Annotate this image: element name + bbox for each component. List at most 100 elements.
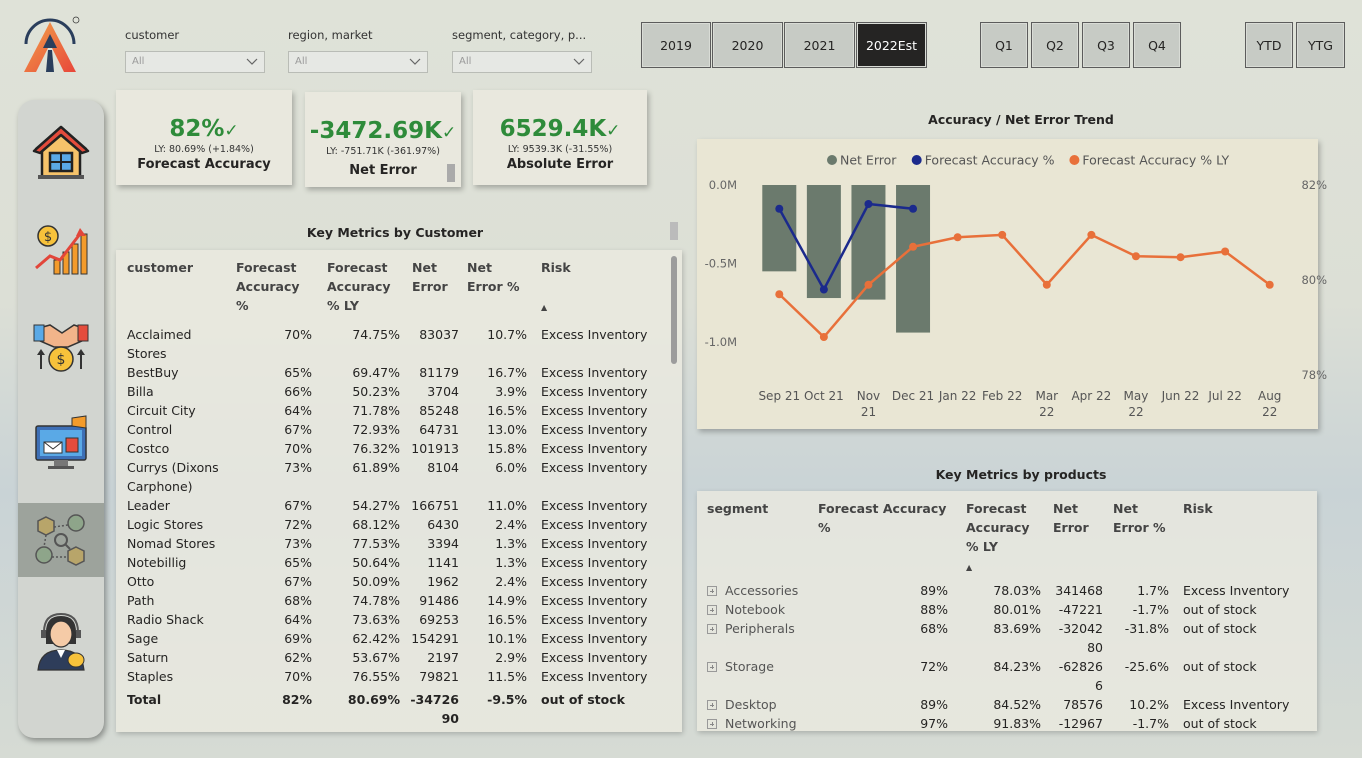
table-row[interactable]: Storage 72% 84.23% -628266 -25.6% out of stoc…	[707, 657, 1303, 695]
table-row[interactable]: Accessories 89% 78.03% 341468 1.7% Excess Inv…	[707, 581, 1303, 600]
table-row[interactable]: Leader 67% 54.27% 166751 11.0% Excess Invento…	[127, 496, 649, 515]
customer-dropdown[interactable]: All	[125, 51, 265, 73]
quarter-button-q4[interactable]: Q4	[1133, 22, 1181, 68]
customer-table-scrollbar[interactable]	[671, 256, 677, 364]
header-forecast-accuracy[interactable]: Forecast Accuracy %	[818, 499, 958, 577]
table-row[interactable]: Control 67% 72.93% 64731 13.0% Excess Invento…	[127, 420, 649, 439]
table-row[interactable]: Saturn 62% 53.67% 2197 2.9% Excess Inventory	[127, 648, 649, 667]
cell-customer: Sage	[127, 631, 159, 646]
header-risk-label: Risk	[541, 260, 571, 275]
quarter-button-q2[interactable]: Q2	[1031, 22, 1079, 68]
region-dropdown[interactable]: All	[288, 51, 428, 73]
dropdown-value: All	[459, 56, 472, 67]
table-row[interactable]: BestBuy 65% 69.47% 81179 16.7% Excess Invento…	[127, 363, 649, 382]
cell-customer: Costco	[127, 441, 170, 456]
x-tick-label: Jun 22	[1161, 389, 1200, 403]
cell-net-error: 154291	[411, 631, 459, 646]
expand-plus-icon[interactable]	[707, 605, 717, 615]
cell-forecast-accuracy-ly: 72.93%	[352, 422, 400, 437]
header-forecast-accuracy-ly[interactable]: Forecast Accuracy % LY	[316, 258, 402, 317]
ytg-button[interactable]: YTG	[1296, 22, 1345, 68]
kpi-ly: LY: 9539.3K (-31.55%)	[507, 144, 613, 155]
segment-category-slicer[interactable]: segment, category, p... All	[452, 28, 592, 74]
cell-forecast-accuracy-ly: 77.53%	[352, 536, 400, 551]
expand-plus-icon[interactable]	[707, 586, 717, 596]
region-market-slicer[interactable]: region, market All	[288, 28, 428, 74]
line-point	[1176, 253, 1185, 262]
cell-forecast-accuracy-ly: 84.23%	[993, 659, 1041, 674]
table-row[interactable]: Nomad Stores 73% 77.53% 3394 1.3% Excess Inve…	[127, 534, 649, 553]
table-row[interactable]: Costco 70% 76.32% 101913 15.8% Excess Invento…	[127, 439, 649, 458]
cell-forecast-accuracy-ly: 74.75%	[352, 327, 400, 342]
nav-support[interactable]	[18, 604, 104, 678]
cell-forecast-accuracy: 70%	[284, 441, 312, 456]
year-button-2019[interactable]: 2019	[641, 22, 711, 68]
header-forecast-accuracy-ly[interactable]: Forecast Accuracy % LY ▲	[958, 499, 1043, 577]
header-customer[interactable]: customer	[127, 258, 236, 317]
cell-risk: Excess Inventory	[541, 517, 648, 532]
cell-forecast-accuracy: 72%	[920, 659, 948, 674]
table-row[interactable]: Staples 70% 76.55% 79821 11.5% Excess Invento…	[127, 667, 649, 686]
table-row[interactable]: Desktop 89% 84.52% 78576 10.2% Excess Invento…	[707, 695, 1303, 714]
cell-risk: Excess Inventory	[541, 631, 648, 646]
header-net-error[interactable]: Net Error	[402, 258, 459, 317]
line-point	[864, 200, 873, 208]
table-row[interactable]: Path 68% 74.78% 91486 14.9% Excess Inventory	[127, 591, 649, 610]
table-row[interactable]: Otto 67% 50.09% 1962 2.4% Excess Inventory	[127, 572, 649, 591]
header-forecast-accuracy[interactable]: Forecast Accuracy %	[236, 258, 316, 317]
check-icon: ✓	[606, 121, 621, 141]
quarter-button-q3[interactable]: Q3	[1082, 22, 1130, 68]
table-row[interactable]: Acclaimed Stores 70% 74.75% 83037 10.7% Exces…	[127, 325, 649, 363]
product-table-panel: segment Forecast Accuracy % Forecast Acc…	[697, 491, 1317, 731]
header-net-error-pct[interactable]: Net Error %	[459, 258, 531, 317]
segment-dropdown[interactable]: All	[452, 51, 592, 73]
cell-forecast-accuracy-ly: 69.47%	[352, 365, 400, 380]
quarter-button-q1[interactable]: Q1	[980, 22, 1028, 68]
table-row[interactable]: Circuit City 64% 71.78% 85248 16.5% Excess In…	[127, 401, 649, 420]
expand-plus-icon[interactable]	[707, 662, 717, 672]
table-row[interactable]: Notebook 88% 80.01% -47221 -1.7% out of stock	[707, 600, 1303, 619]
header-segment[interactable]: segment	[707, 499, 818, 577]
expand-plus-icon[interactable]	[707, 700, 717, 710]
kpi-scrollbar[interactable]	[447, 164, 455, 182]
table-row[interactable]: Radio Shack 64% 73.63% 69253 16.5% Excess Inv…	[127, 610, 649, 629]
cell-forecast-accuracy-ly: 76.32%	[352, 441, 400, 456]
year-button-2020[interactable]: 2020	[712, 22, 783, 68]
kpi-value-row: -3472.69K✓	[305, 118, 461, 144]
header-risk[interactable]: Risk ▲	[531, 258, 649, 317]
cell-forecast-accuracy: 73%	[284, 460, 312, 475]
cell-risk: Excess Inventory	[541, 441, 648, 456]
cell-net-error-pct: 1.3%	[495, 555, 527, 570]
year-button-2021[interactable]: 2021	[784, 22, 855, 68]
table-row[interactable]: Sage 69% 62.42% 154291 10.1% Excess Inventory	[127, 629, 649, 648]
supply-network-icon	[35, 514, 85, 566]
table-total-row[interactable]: Total 82% 80.69% -3472690 -9.5% out of stock	[127, 690, 649, 728]
table-row[interactable]: Networking 97% 91.83% -12967 -1.7% out of sto…	[707, 714, 1303, 733]
nav-revenue[interactable]: $	[18, 212, 104, 286]
header-net-error-pct[interactable]: Net Error %	[1103, 499, 1173, 577]
nav-supply-chain[interactable]	[18, 503, 104, 577]
year-button-2022est[interactable]: 2022Est	[856, 22, 927, 68]
cell-segment: Networking	[707, 714, 818, 733]
x-tick-label: Jan 22	[938, 389, 977, 403]
nav-home[interactable]	[18, 115, 104, 189]
header-risk[interactable]: Risk	[1173, 499, 1303, 577]
nav-deals[interactable]: $	[18, 309, 104, 383]
chevron-down-icon	[409, 58, 421, 65]
table-row[interactable]: Notebillig 65% 50.64% 1141 1.3% Excess Invent…	[127, 553, 649, 572]
customer-slicer[interactable]: customer All	[125, 28, 265, 74]
product-table-title: Key Metrics by products	[935, 467, 1107, 482]
check-icon: ✓	[441, 123, 457, 143]
ytd-button[interactable]: YTD	[1245, 22, 1293, 68]
table-row[interactable]: Logic Stores 72% 68.12% 6430 2.4% Excess Inve…	[127, 515, 649, 534]
table-row[interactable]: Peripherals 68% 83.69% -3204280 -31.8% out of…	[707, 619, 1303, 657]
expand-plus-icon[interactable]	[707, 624, 717, 634]
table-row[interactable]: Currys (Dixons Carphone) 73% 61.89% 8104 6.0…	[127, 458, 649, 496]
nav-marketing[interactable]	[18, 406, 104, 480]
cell-segment: Accessories	[707, 581, 818, 600]
cell-net-error: 81179	[419, 365, 459, 380]
table-row[interactable]: Billa 66% 50.23% 3704 3.9% Excess Inventory	[127, 382, 649, 401]
header-net-error[interactable]: Net Error	[1043, 499, 1103, 577]
expand-plus-icon[interactable]	[707, 719, 717, 729]
cell-net-error-pct: 15.8%	[487, 441, 527, 456]
